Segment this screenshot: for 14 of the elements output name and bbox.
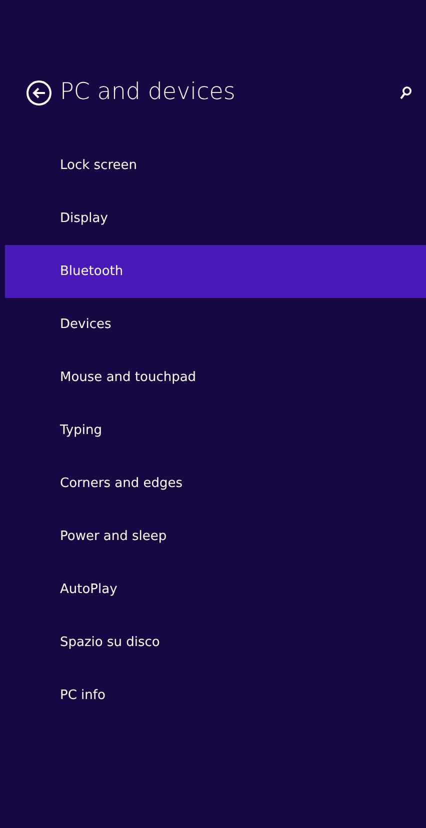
menu-item[interactable]: Spazio su disco (5, 616, 426, 669)
menu-item[interactable]: Mouse and touchpad (5, 351, 426, 404)
page-title: PC and devices (60, 79, 236, 107)
menu-item[interactable]: Power and sleep (5, 510, 426, 563)
menu-item[interactable]: Typing (5, 404, 426, 457)
menu-item[interactable]: AutoPlay (5, 563, 426, 616)
back-icon[interactable] (26, 80, 52, 106)
menu-item[interactable]: Devices (5, 298, 426, 351)
menu-item[interactable]: Corners and edges (5, 457, 426, 510)
search-icon[interactable] (400, 86, 412, 100)
menu-item[interactable]: Display (5, 192, 426, 245)
menu-item[interactable]: PC info (5, 669, 426, 722)
menu-item[interactable]: Lock screen (5, 139, 426, 192)
menu-item[interactable]: Bluetooth (5, 245, 426, 298)
